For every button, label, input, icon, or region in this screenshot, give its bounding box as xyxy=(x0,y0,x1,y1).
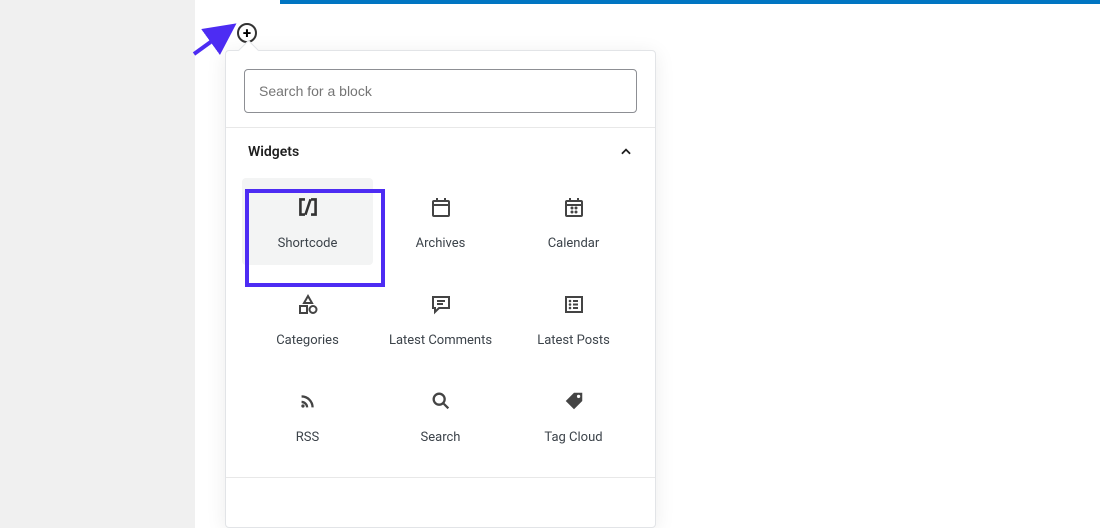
accent-bar xyxy=(280,0,1100,4)
block-calendar[interactable]: Calendar xyxy=(508,178,639,265)
widgets-section-header[interactable]: Widgets xyxy=(226,128,655,172)
block-search[interactable]: Search xyxy=(375,372,506,459)
shortcode-icon xyxy=(295,194,321,220)
calendar-archive-icon xyxy=(428,194,454,220)
search-icon xyxy=(428,388,454,414)
block-latest-posts[interactable]: Latest Posts xyxy=(508,275,639,362)
calendar-icon xyxy=(561,194,587,220)
block-tag-cloud[interactable]: Tag Cloud xyxy=(508,372,639,459)
block-label: Latest Posts xyxy=(537,333,610,348)
block-label: Categories xyxy=(276,333,339,348)
tag-icon xyxy=(561,388,587,414)
block-archives[interactable]: Archives xyxy=(375,178,506,265)
block-label: RSS xyxy=(296,430,319,445)
block-rss[interactable]: RSS xyxy=(242,372,373,459)
list-icon xyxy=(561,291,587,317)
block-label: Tag Cloud xyxy=(544,430,602,445)
comment-icon xyxy=(428,291,454,317)
section-title: Widgets xyxy=(248,144,299,160)
block-categories[interactable]: Categories xyxy=(242,275,373,362)
block-label: Calendar xyxy=(548,236,600,251)
search-container xyxy=(226,51,655,128)
blocks-grid: Shortcode Archives xyxy=(226,172,655,478)
block-label: Search xyxy=(421,430,461,445)
block-label: Archives xyxy=(416,236,466,251)
search-input[interactable] xyxy=(244,69,637,113)
rss-icon xyxy=(295,388,321,414)
block-latest-comments[interactable]: Latest Comments xyxy=(375,275,506,362)
block-shortcode[interactable]: Shortcode xyxy=(242,178,373,265)
block-inserter-panel: Widgets Shortcode xyxy=(225,50,656,528)
categories-icon xyxy=(295,291,321,317)
chevron-up-icon xyxy=(619,145,633,159)
editor-background xyxy=(0,0,195,528)
block-label: Latest Comments xyxy=(389,333,492,348)
block-label: Shortcode xyxy=(278,236,338,251)
